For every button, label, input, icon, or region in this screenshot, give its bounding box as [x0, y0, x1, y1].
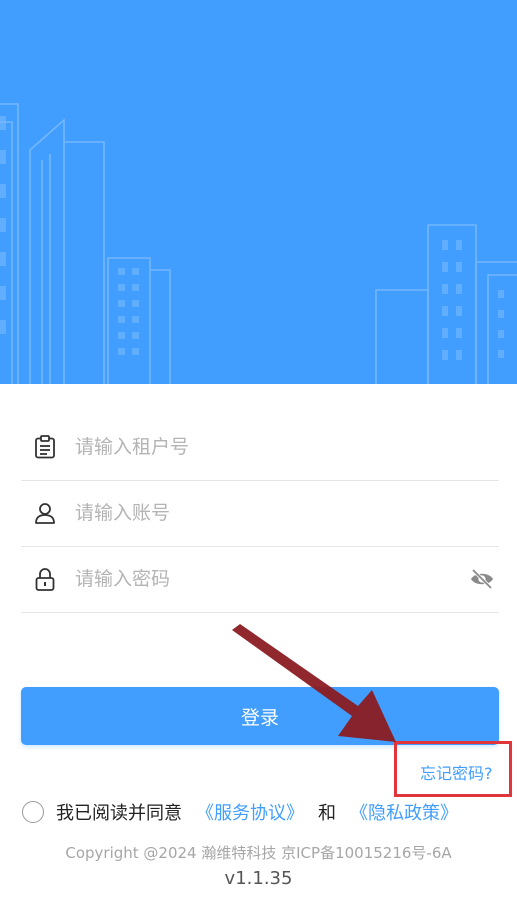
agreement-and-text: 和	[318, 803, 336, 824]
agreement-checkbox[interactable]	[22, 801, 44, 823]
account-field[interactable]	[21, 480, 499, 547]
agreement-row: 我已阅读并同意 《服务协议》 和 《隐私政策》	[22, 799, 458, 825]
clipboard-icon	[33, 435, 57, 459]
account-input[interactable]	[75, 493, 499, 533]
copyright-text: Copyright @2024 瀚维特科技 京ICP备10015216号-6A	[65, 844, 452, 862]
user-icon	[33, 501, 57, 525]
service-agreement-link[interactable]: 《服务协议》	[196, 799, 304, 825]
tenant-field[interactable]	[21, 414, 499, 481]
lock-icon	[33, 567, 57, 591]
password-field[interactable]	[21, 546, 499, 613]
header-banner	[0, 0, 517, 384]
login-button[interactable]: 登录	[21, 687, 499, 745]
agreement-text: 我已阅读并同意	[56, 803, 182, 824]
password-input[interactable]	[75, 559, 469, 599]
tenant-input[interactable]	[75, 427, 499, 467]
eye-off-icon[interactable]	[469, 566, 495, 592]
version-text: v1.1.35	[224, 868, 293, 889]
forgot-password-link[interactable]: 忘记密码?	[420, 760, 493, 784]
city-skyline-illustration	[0, 103, 517, 384]
privacy-policy-link[interactable]: 《隐私政策》	[350, 799, 458, 825]
